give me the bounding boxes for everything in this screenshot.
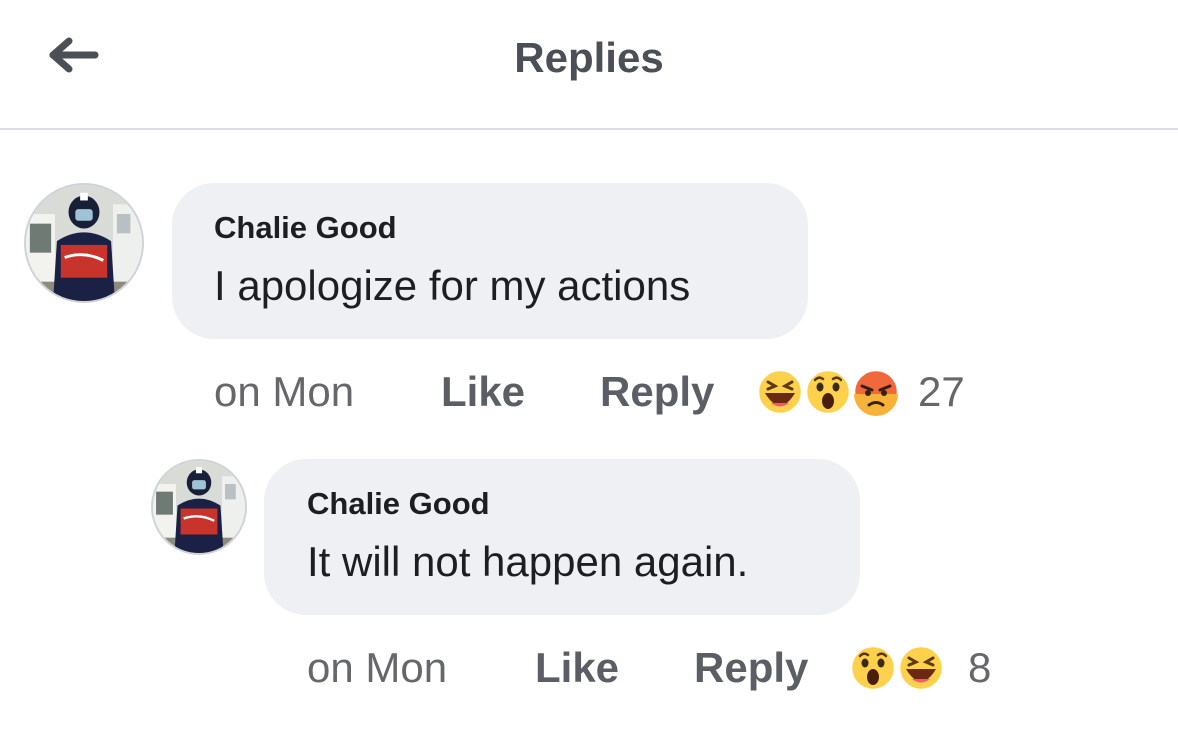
haha-reaction-icon[interactable] <box>756 368 804 416</box>
reply-timestamp[interactable]: on Mon <box>307 644 447 692</box>
angry-reaction-icon[interactable] <box>852 368 900 416</box>
comment-bubble <box>172 183 808 339</box>
like-button[interactable]: Like <box>441 368 525 416</box>
wow-reaction-icon[interactable] <box>804 368 852 416</box>
wow-reaction-icon[interactable] <box>849 644 897 692</box>
comment-text: I apologize for my actions <box>214 262 691 309</box>
header-bar: Replies <box>0 0 1178 130</box>
reply-button[interactable]: Reply <box>600 368 714 416</box>
haha-reaction-icon[interactable] <box>897 644 945 692</box>
like-button[interactable]: Like <box>535 644 619 692</box>
comment-author[interactable]: Chalie Good <box>214 210 397 246</box>
reply-bubble <box>264 459 860 615</box>
reply-button[interactable]: Reply <box>694 644 808 692</box>
comment-timestamp[interactable]: on Mon <box>214 368 354 416</box>
avatar[interactable] <box>151 459 247 555</box>
reaction-count[interactable]: 8 <box>968 644 991 692</box>
reply-text: It will not happen again. <box>307 538 749 585</box>
reply-author[interactable]: Chalie Good <box>307 486 490 522</box>
reaction-count[interactable]: 27 <box>918 368 965 416</box>
avatar[interactable] <box>24 183 144 303</box>
page-title: Replies <box>514 34 664 81</box>
